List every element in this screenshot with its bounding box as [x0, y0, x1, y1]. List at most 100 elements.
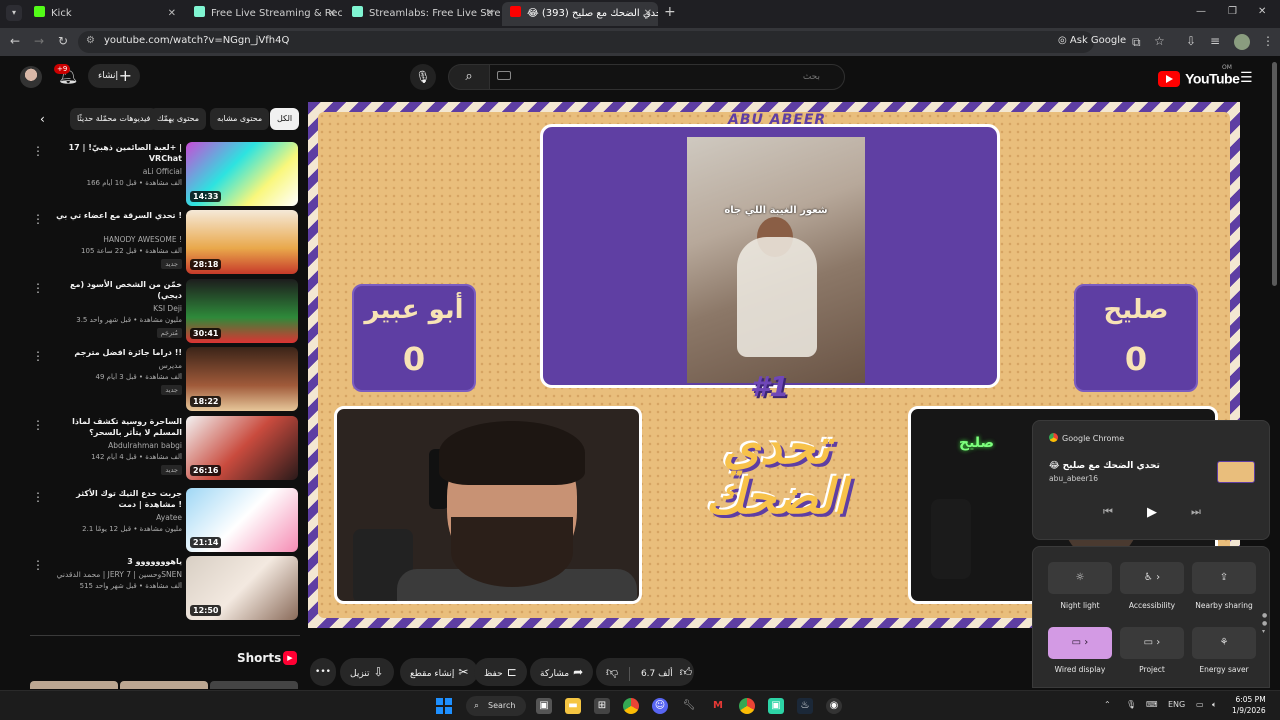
- recommendation-item[interactable]: 21:14 ⋮ جربت خدع التيك توك الأكثر مشاهدة |…: [30, 488, 300, 552]
- video-title[interactable]: خمّن من الشخص الأسود (مع ديجي): [44, 279, 182, 301]
- close-icon[interactable]: ✕: [328, 2, 336, 26]
- tray-keyboard-icon[interactable]: ⌨: [1146, 700, 1158, 709]
- recommendation-item[interactable]: 30:41 ⋮ خمّن من الشخص الأسود (مع ديجي) KSI …: [30, 279, 300, 343]
- page-scrollbar[interactable]: [1272, 62, 1277, 286]
- profile-avatar[interactable]: [1234, 34, 1250, 50]
- recommendation-item[interactable]: 12:50 ⋮ ياهووووووو 3 محمد الدقدني | JERY وح…: [30, 556, 300, 620]
- project-toggle[interactable]: ▭ ›: [1120, 627, 1184, 659]
- dislike-icon[interactable]: 👎︎: [606, 665, 618, 679]
- like-count[interactable]: 6.7 ألف: [641, 669, 673, 679]
- bookmark-star-icon[interactable]: ☆: [1154, 34, 1165, 48]
- tools-icon[interactable]: 🔧︎: [681, 698, 697, 714]
- video-title[interactable]: تحدي السرقة مع اعضاء تي بي !: [44, 210, 182, 221]
- forward-icon[interactable]: →: [34, 34, 44, 48]
- share-button[interactable]: مشاركة ➦: [530, 658, 594, 686]
- video-title[interactable]: دراما جائزة افضل مترجم !!: [44, 347, 182, 358]
- recommendation-item[interactable]: 28:18 ⋮ تحدي السرقة مع اعضاء تي بي ! HANODY…: [30, 210, 300, 274]
- close-icon[interactable]: ✕: [486, 2, 494, 26]
- save-button[interactable]: حفظ ⊏: [474, 658, 527, 686]
- m-app-icon[interactable]: M: [710, 698, 726, 714]
- chip-all[interactable]: الكل: [270, 108, 300, 130]
- wired-display-toggle[interactable]: ▭ ›: [1048, 627, 1112, 659]
- download-icon[interactable]: ⇩: [1186, 34, 1196, 48]
- video-title[interactable]: لعبة الصائمين ذهبيّ! | 17+ | VRChat: [44, 142, 182, 164]
- channel-name[interactable]: KSI Deji: [44, 304, 182, 313]
- reading-list-icon[interactable]: ≡: [1210, 34, 1220, 48]
- recommendation-item[interactable]: 26:16 ⋮ الساحرة روسية تكشف لماذا المسلم لا…: [30, 416, 300, 480]
- task-view-icon[interactable]: ▣: [536, 698, 552, 714]
- quick-settings-pager[interactable]: ● ● ▾: [1262, 612, 1267, 636]
- chip-related[interactable]: محتوى مشابه: [210, 108, 270, 130]
- short-thumb[interactable]: [30, 681, 118, 689]
- more-options-icon[interactable]: ⋮: [32, 558, 44, 572]
- recommendation-item[interactable]: 18:22 ⋮ دراما جائزة افضل مترجم !! مديرس 49 أ…: [30, 347, 300, 411]
- tab-streamlabs-2[interactable]: Streamlabs: Free Live Streaming ✕: [344, 2, 500, 26]
- nearby-sharing-toggle[interactable]: ⇪: [1192, 562, 1256, 594]
- guide-menu-icon[interactable]: ☰: [1240, 70, 1253, 86]
- tab-kick[interactable]: Kick ✕: [26, 2, 182, 26]
- windows-start-icon[interactable]: [436, 698, 452, 714]
- tab-streamlabs-1[interactable]: Free Live Streaming & Recording ✕: [186, 2, 342, 26]
- accessibility-toggle[interactable]: ♿ ›: [1120, 562, 1184, 594]
- site-info-icon[interactable]: ⚙: [86, 35, 95, 46]
- short-thumb[interactable]: [210, 681, 298, 689]
- close-icon[interactable]: ✕: [168, 2, 176, 26]
- new-tab-button[interactable]: +: [664, 4, 676, 20]
- create-button[interactable]: إنشاء +: [88, 64, 140, 88]
- video-title[interactable]: جربت خدع التيك توك الأكثر مشاهدة | دمت !: [44, 488, 182, 510]
- chip-recent[interactable]: فيديوهات محمّلة حديثًا: [70, 108, 158, 130]
- channel-name[interactable]: Abdulrahman babgi: [44, 441, 182, 450]
- more-options-icon[interactable]: ⋮: [32, 418, 44, 432]
- chip-for-you[interactable]: محتوى يهمّك: [150, 108, 207, 130]
- channel-name[interactable]: محمد الدقدني | JERY وحسين | 7SNEN: [44, 570, 182, 579]
- video-title[interactable]: ياهووووووو 3: [44, 556, 182, 567]
- next-track-icon[interactable]: ⏭: [1191, 505, 1201, 519]
- close-icon[interactable]: ✕: [644, 2, 652, 26]
- ask-google-button[interactable]: ◎ Ask Google: [1058, 35, 1126, 46]
- more-options-icon[interactable]: ⋮: [32, 349, 44, 363]
- channel-name[interactable]: aLi Official: [44, 167, 182, 176]
- system-clock[interactable]: 6:05 PM 1/9/2026: [1232, 694, 1266, 716]
- voice-search-button[interactable]: 🎙︎: [410, 64, 436, 90]
- more-options-icon[interactable]: ⋮: [32, 212, 44, 226]
- chrome-icon[interactable]: [623, 698, 639, 714]
- file-explorer-icon[interactable]: ▬: [565, 698, 581, 714]
- video-title[interactable]: الساحرة روسية تكشف لماذا المسلم لا يتأثر…: [44, 416, 182, 438]
- address-bar[interactable]: ⚙ youtube.com/watch?v=NGgn_jVfh4Q ◎ Ask …: [78, 31, 1165, 53]
- search-button[interactable]: ⌕: [448, 64, 490, 90]
- night-light-toggle[interactable]: ☼: [1048, 562, 1112, 594]
- play-icon[interactable]: ▶: [1147, 505, 1157, 520]
- tab-search-button[interactable]: ▾: [6, 5, 22, 21]
- close-window-icon[interactable]: ✕: [1258, 6, 1266, 17]
- tray-overflow-icon[interactable]: ⌃: [1104, 700, 1111, 709]
- like-icon[interactable]: 👍︎: [680, 665, 693, 679]
- keyboard-icon[interactable]: [497, 71, 511, 80]
- previous-track-icon[interactable]: ⏮: [1103, 505, 1113, 519]
- channel-name[interactable]: Ayatee: [44, 513, 182, 522]
- minimize-icon[interactable]: —: [1196, 6, 1206, 17]
- more-options-icon[interactable]: ⋮: [32, 281, 44, 295]
- search-input[interactable]: [489, 64, 845, 90]
- energy-saver-toggle[interactable]: ⚘: [1192, 627, 1256, 659]
- restore-icon[interactable]: ❐: [1228, 6, 1237, 17]
- tray-mic-icon[interactable]: 🎙︎: [1126, 700, 1136, 709]
- download-button[interactable]: تنزيل ⇩: [340, 658, 394, 686]
- short-thumb[interactable]: [120, 681, 208, 689]
- chrome-alt-icon[interactable]: [739, 698, 755, 714]
- tray-volume-icon[interactable]: 🔈︎: [1212, 700, 1217, 710]
- youtube-logo[interactable]: YouTube OM: [1158, 64, 1240, 87]
- taskbar-search[interactable]: ⌕ Search: [466, 696, 526, 716]
- store-icon[interactable]: ⊞: [594, 698, 610, 714]
- channel-name[interactable]: مديرس: [44, 361, 182, 370]
- more-actions-button[interactable]: •••: [310, 658, 336, 686]
- language-indicator[interactable]: ENG: [1168, 700, 1185, 709]
- reload-icon[interactable]: ↻: [58, 34, 68, 48]
- back-icon[interactable]: ←: [10, 34, 20, 48]
- more-options-icon[interactable]: ⋮: [32, 144, 44, 158]
- account-avatar[interactable]: [20, 66, 42, 88]
- recommendation-item[interactable]: 14:33 ⋮ لعبة الصائمين ذهبيّ! | 17+ | VRCha…: [30, 142, 300, 206]
- steam-icon[interactable]: ♨: [797, 698, 813, 714]
- discord-icon[interactable]: ☺: [652, 698, 668, 714]
- streamlabs-icon[interactable]: ▣: [768, 698, 784, 714]
- tray-network-icon[interactable]: ▭: [1196, 700, 1204, 709]
